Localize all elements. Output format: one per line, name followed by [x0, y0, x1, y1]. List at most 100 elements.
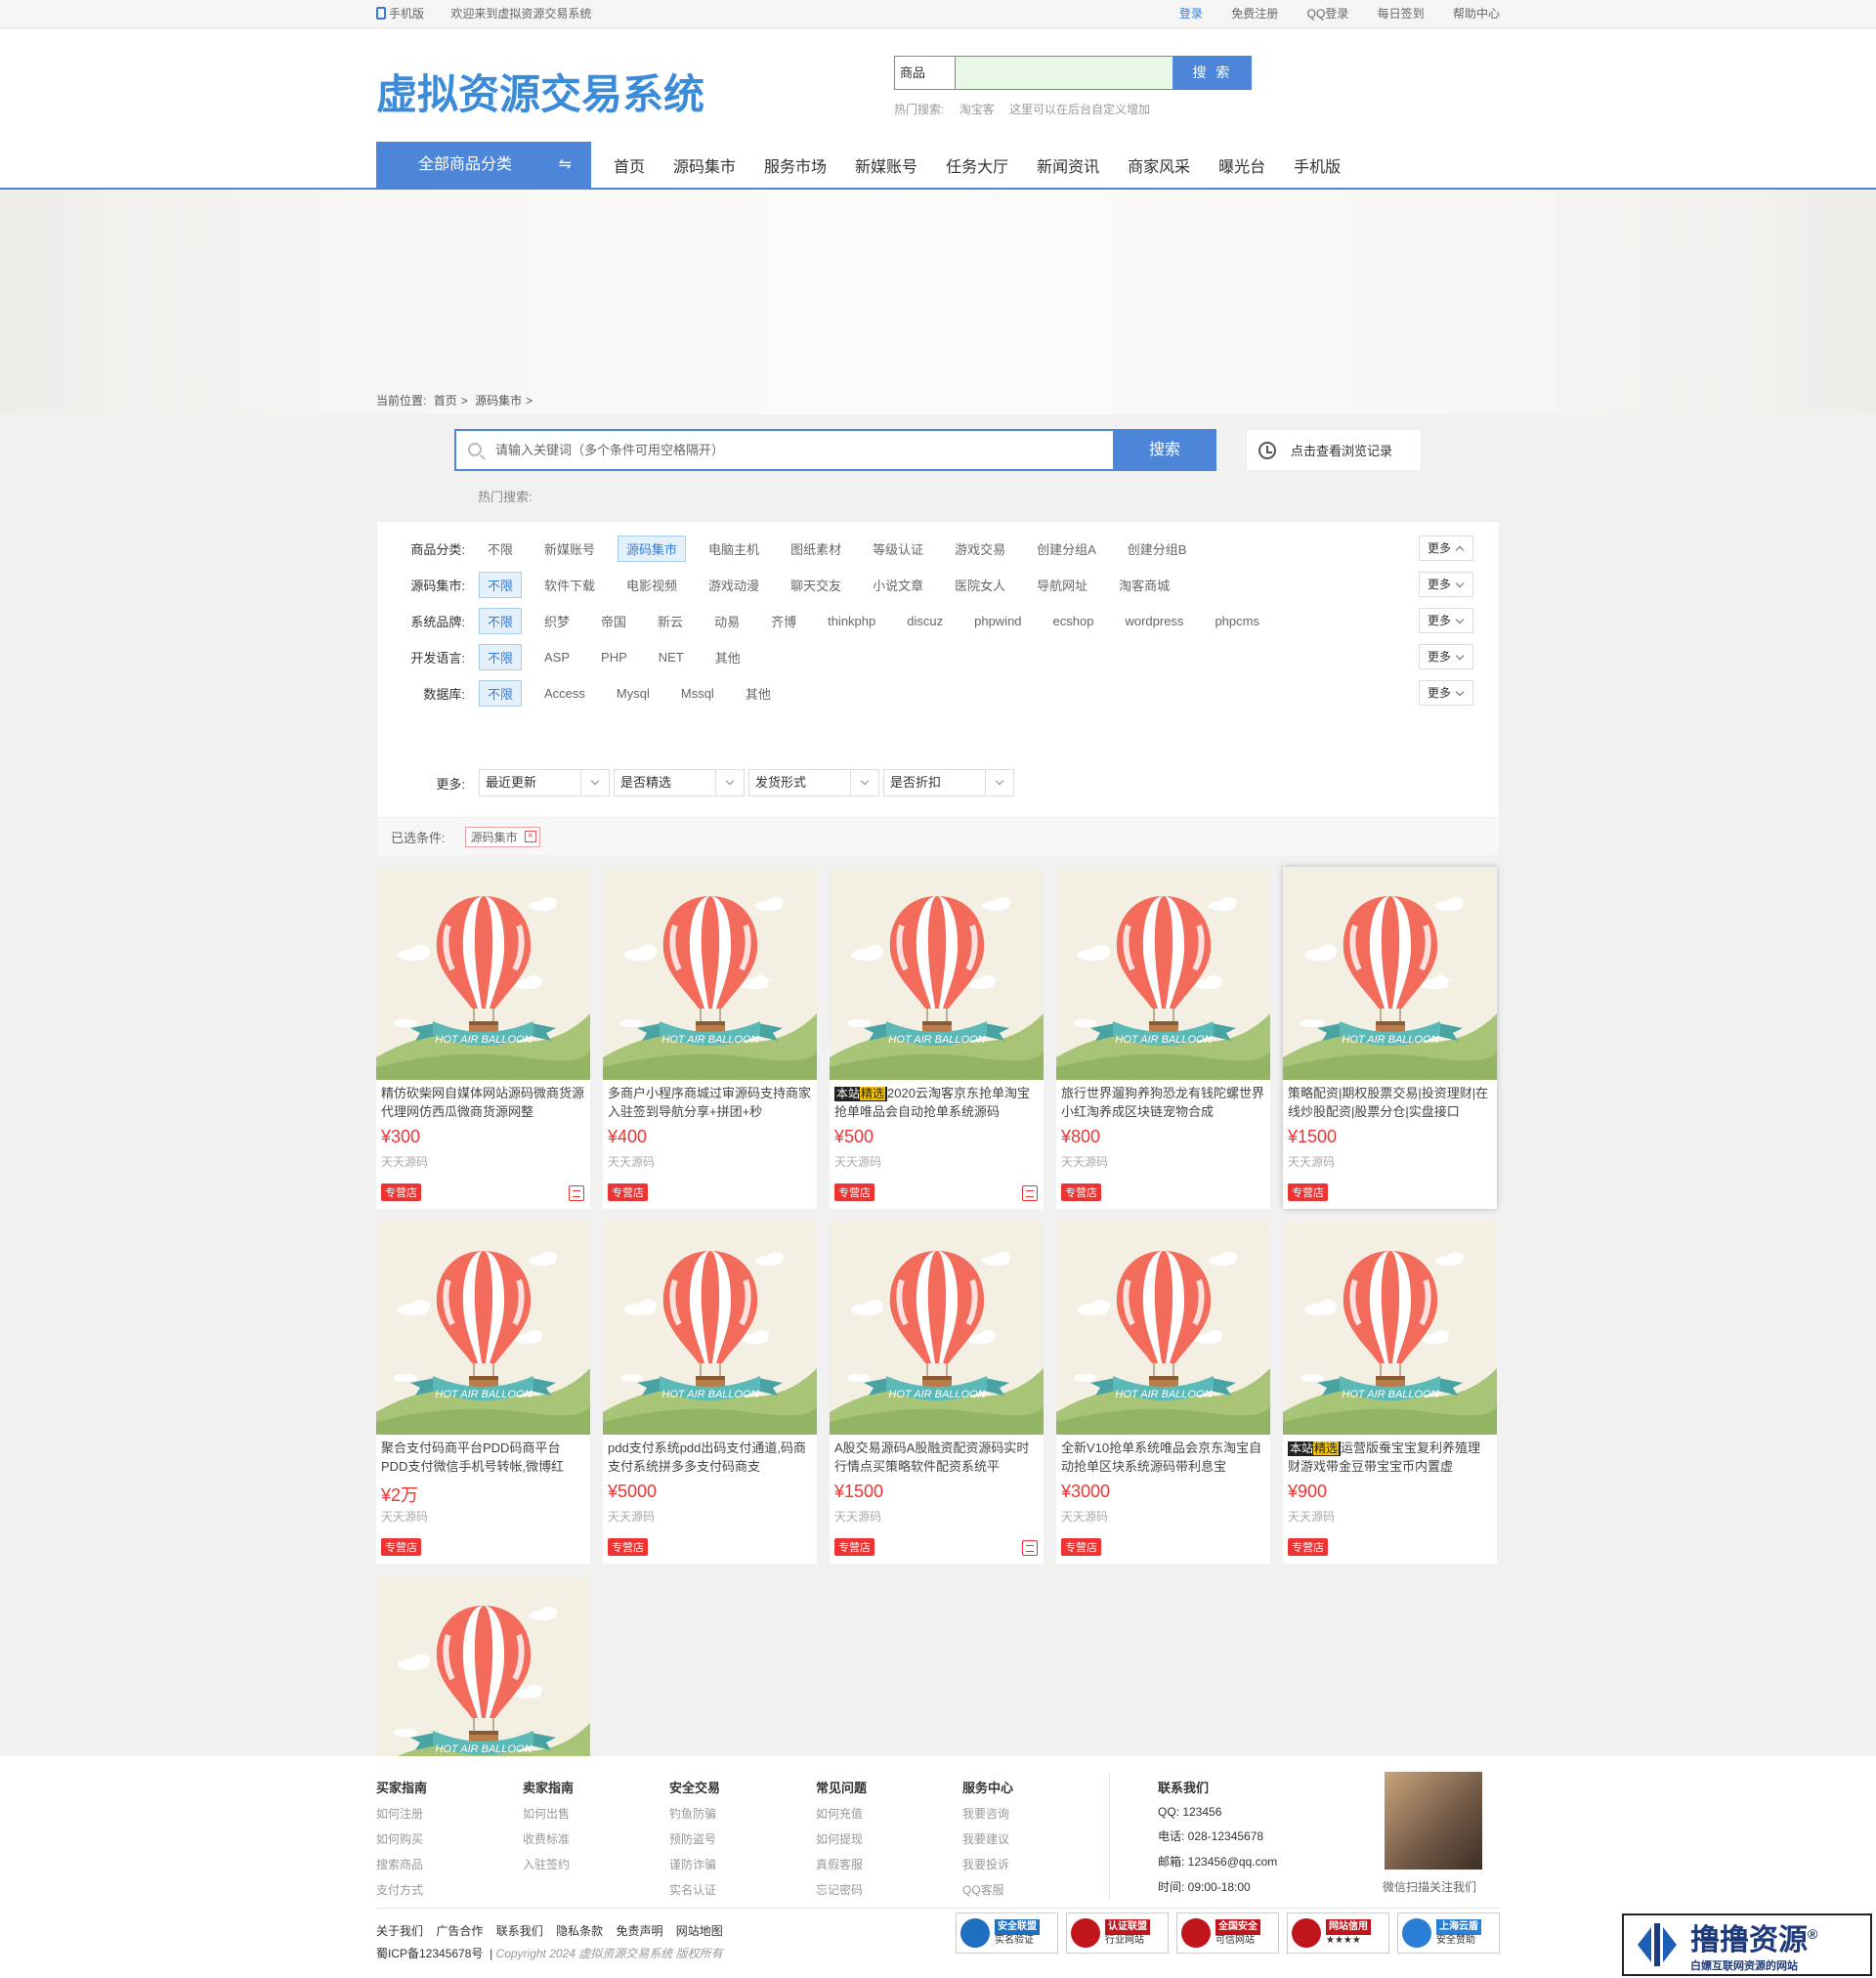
product-title[interactable]: 本站精选 2020云淘客京东抢单淘宝抢单唯品会自动抢单系统源码 — [830, 1080, 1044, 1123]
footer-link[interactable]: 如何购买 — [376, 1830, 427, 1847]
filter-option[interactable]: 导航网址 — [1028, 572, 1096, 598]
product-card[interactable]: HOT AIR BALLOON 全新V10抢单系统唯品会京东淘宝自动抢单区块系统源… — [1056, 1222, 1270, 1564]
note-icon[interactable] — [569, 1185, 584, 1201]
remove-icon[interactable]: × — [524, 830, 536, 842]
history-button[interactable]: 点击查看浏览记录 — [1246, 429, 1422, 471]
search-type-select[interactable]: 商品 — [894, 56, 955, 90]
hot-keyword[interactable]: 淘宝客 — [959, 103, 995, 116]
trust-badge[interactable]: 网站信用 ★★★★ — [1287, 1913, 1389, 1954]
nav-item-exposure[interactable]: 曝光台 — [1218, 153, 1265, 177]
shop-name[interactable]: 天天源码 — [1056, 1153, 1270, 1170]
footer-link[interactable]: 网站地图 — [676, 1924, 723, 1938]
product-card[interactable]: HOT AIR BALLOON 本站精选 运营版蚕宝宝复利养殖理财游戏带金豆带宝宝币… — [1283, 1222, 1497, 1564]
product-title[interactable]: 本站精选 运营版蚕宝宝复利养殖理财游戏带金豆带宝宝币内置虚 — [1283, 1435, 1497, 1478]
filter-option[interactable]: wordpress — [1116, 610, 1192, 632]
product-title[interactable]: 全新V10抢单系统唯品会京东淘宝自动抢单区块系统源码带利息宝 — [1056, 1435, 1270, 1478]
footer-link[interactable]: 谨防诈骗 — [669, 1856, 720, 1872]
product-card[interactable]: HOT AIR BALLOON A股交易源码A股融资配资源码实时行情点买策略软件配… — [830, 1222, 1044, 1564]
shop-name[interactable]: 天天源码 — [603, 1508, 817, 1525]
hot-keyword[interactable]: 这里可以在后台自定义增加 — [1009, 103, 1150, 116]
filter-option[interactable]: 其他 — [737, 680, 780, 707]
footer-link[interactable]: 联系我们 — [496, 1924, 543, 1938]
shop-name[interactable]: 天天源码 — [830, 1153, 1044, 1170]
footer-link[interactable]: 如何提现 — [816, 1830, 867, 1847]
filter-option[interactable]: 新媒账号 — [535, 536, 604, 562]
filter-option[interactable]: phpcms — [1206, 610, 1268, 632]
product-image[interactable]: HOT AIR BALLOON — [1056, 867, 1270, 1080]
footer-link[interactable]: 广告合作 — [436, 1924, 483, 1938]
footer-link[interactable]: QQ客服 — [962, 1881, 1013, 1898]
footer-link[interactable]: 我要建议 — [962, 1830, 1013, 1847]
more-button[interactable]: 更多 — [1419, 536, 1473, 561]
nav-item-merchants[interactable]: 商家风采 — [1128, 153, 1190, 177]
filter-option[interactable]: NET — [650, 646, 693, 668]
product-card[interactable]: HOT AIR BALLOON 旅行世界遛狗养狗恐龙有钱陀螺世界小红淘养成区块链宠… — [1056, 867, 1270, 1209]
footer-link[interactable]: 隐私条款 — [556, 1924, 603, 1938]
filter-option[interactable]: ASP — [535, 646, 578, 668]
product-title[interactable]: 策略配资|期权股票交易|投资理财|在线炒股配资|股票分仓|实盘接口 — [1283, 1080, 1497, 1123]
filter-option[interactable]: 其他 — [706, 644, 749, 670]
product-title[interactable]: 聚合支付码商平台PDD码商平台PDD支付微信手机号转帐,微博红 — [376, 1435, 590, 1478]
shop-name[interactable]: 天天源码 — [1283, 1508, 1497, 1525]
filter-option[interactable]: 不限 — [479, 643, 523, 670]
filter-option[interactable]: discuz — [898, 610, 952, 632]
header-search-input[interactable] — [955, 56, 1173, 90]
sort-dropdown[interactable]: 最近更新 — [479, 769, 610, 796]
trust-badge[interactable]: 全国安全 可信网站 — [1176, 1913, 1279, 1954]
nav-item-service-market[interactable]: 服务市场 — [764, 153, 827, 177]
filter-option[interactable]: 软件下载 — [535, 572, 604, 598]
note-icon[interactable] — [1022, 1185, 1038, 1201]
filter-option[interactable]: 电影视频 — [618, 572, 686, 598]
mobile-link[interactable]: 手机版 — [376, 7, 436, 21]
product-image[interactable]: HOT AIR BALLOON — [376, 1222, 590, 1435]
discount-dropdown[interactable]: 是否折扣 — [883, 769, 1014, 796]
filter-option[interactable]: Access — [535, 682, 594, 705]
product-title[interactable]: A股交易源码A股融资配资源码实时行情点买策略软件配资系统平 — [830, 1435, 1044, 1478]
product-image[interactable]: HOT AIR BALLOON — [376, 867, 590, 1080]
footer-link[interactable]: 支付方式 — [376, 1881, 427, 1898]
filter-option[interactable]: 小说文章 — [864, 572, 932, 598]
filter-option[interactable]: 淘客商城 — [1110, 572, 1178, 598]
note-icon[interactable] — [1022, 1540, 1038, 1556]
more-button[interactable]: 更多 — [1419, 680, 1473, 706]
trust-badge[interactable]: 认证联盟 行业网站 — [1066, 1913, 1169, 1954]
footer-link[interactable]: 我要咨询 — [962, 1805, 1013, 1822]
featured-dropdown[interactable]: 是否精选 — [614, 769, 745, 796]
product-card[interactable]: HOT AIR BALLOON pdd支付系统pdd出码支付通道,码商支付系统拼多… — [603, 1222, 817, 1564]
filter-option[interactable]: phpwind — [965, 610, 1030, 632]
product-image[interactable]: HOT AIR BALLOON — [1056, 1222, 1270, 1435]
product-card[interactable]: HOT AIR BALLOON 多商户小程序商城过审源码支持商家入驻签到导航分享+… — [603, 867, 817, 1209]
nav-item-mobile[interactable]: 手机版 — [1294, 153, 1341, 177]
filter-option[interactable]: 不限 — [479, 607, 523, 634]
more-button[interactable]: 更多 — [1419, 644, 1473, 669]
footer-link[interactable]: 我要投诉 — [962, 1856, 1013, 1872]
filter-option[interactable]: 电脑主机 — [700, 536, 768, 562]
product-image[interactable]: HOT AIR BALLOON — [1283, 867, 1497, 1080]
product-card[interactable]: HOT AIR BALLOON 策略配资|期权股票交易|投资理财|在线炒股配资|股… — [1283, 867, 1497, 1209]
all-categories-button[interactable]: 全部商品分类 ⇋ — [376, 142, 591, 188]
breadcrumb-home[interactable]: 首页 — [434, 394, 457, 408]
filter-option[interactable]: 创建分组B — [1119, 536, 1196, 562]
shop-name[interactable]: 天天源码 — [830, 1508, 1044, 1525]
footer-link[interactable]: 预防盗号 — [669, 1830, 720, 1847]
selected-tag[interactable]: 源码集市 × — [464, 826, 540, 847]
nav-item-media-accounts[interactable]: 新媒账号 — [855, 153, 917, 177]
filter-option[interactable]: PHP — [592, 646, 636, 668]
nav-item-source-market[interactable]: 源码集市 — [673, 153, 736, 177]
product-card[interactable]: HOT AIR BALLOON 聚合支付码商平台PDD码商平台PDD支付微信手机号… — [376, 1222, 590, 1564]
register-link[interactable]: 免费注册 — [1231, 7, 1278, 21]
filter-option[interactable]: thinkphp — [819, 610, 884, 632]
filter-option[interactable]: Mysql — [608, 682, 659, 705]
filter-option[interactable]: Mssql — [672, 682, 723, 705]
trust-badge[interactable]: 上海云盾 安全赞助 — [1397, 1913, 1500, 1954]
filter-option[interactable]: 医院女人 — [946, 572, 1014, 598]
footer-link[interactable]: 免责声明 — [616, 1924, 662, 1938]
keyword-input[interactable]: 请输入关键词（多个条件可用空格隔开） — [454, 429, 1113, 471]
product-image[interactable]: HOT AIR BALLOON — [1283, 1222, 1497, 1435]
filter-option[interactable]: 游戏交易 — [946, 536, 1014, 562]
filter-option[interactable]: 不限 — [479, 571, 523, 598]
delivery-dropdown[interactable]: 发货形式 — [748, 769, 879, 796]
nav-item-task-hall[interactable]: 任务大厅 — [946, 153, 1008, 177]
more-button[interactable]: 更多 — [1419, 608, 1473, 633]
product-image[interactable]: HOT AIR BALLOON — [603, 867, 817, 1080]
